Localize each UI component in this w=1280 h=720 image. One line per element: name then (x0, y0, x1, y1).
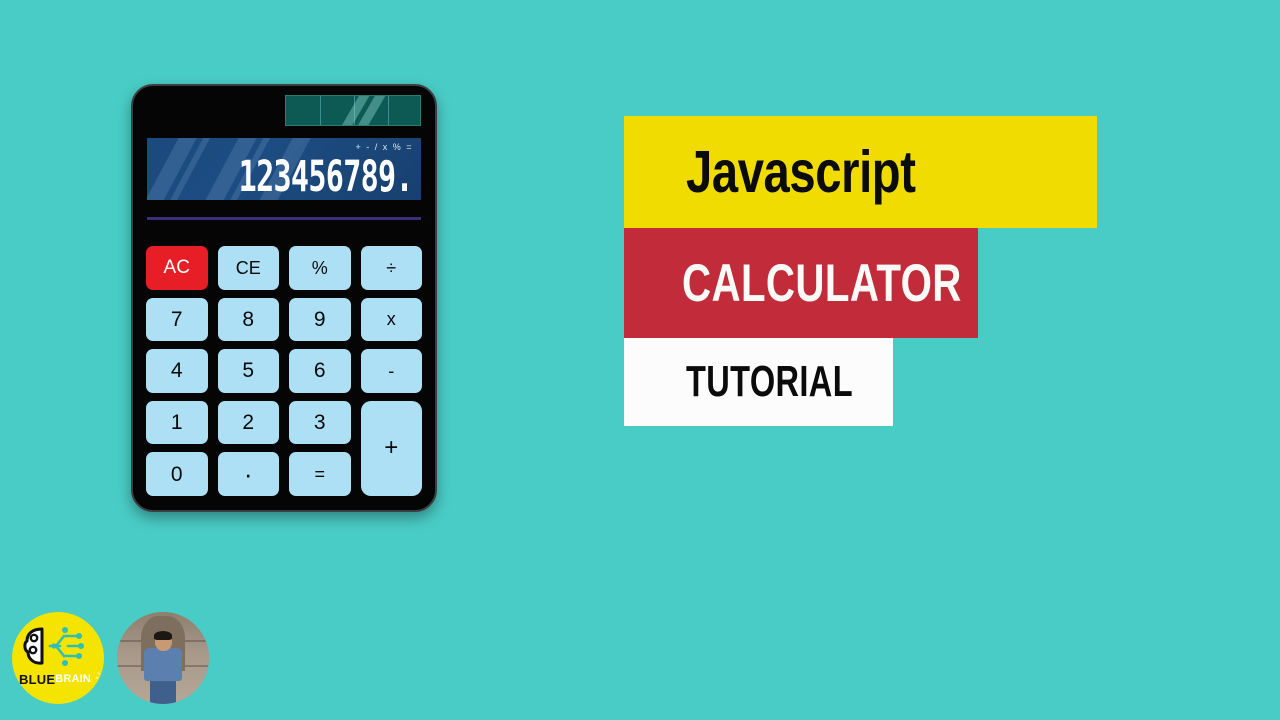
brand-wordmark: BLUE BRAIN (19, 671, 104, 687)
display-value: 123456789. (238, 152, 414, 200)
banner-type: TUTORIAL (624, 338, 893, 426)
banner-subject-text: CALCULATOR (682, 253, 962, 313)
presenter-avatar (117, 612, 209, 704)
calculator-keypad: AC CE% ÷ 7 8 9 x 4 5 6- 1 2 3 +0 · = (146, 246, 422, 496)
banner-type-text: TUTORIAL (686, 357, 853, 406)
title-banner-stack: Javascript CALCULATOR TUTORIAL (624, 116, 1097, 426)
brand-wordmark-primary: BLUE (19, 671, 56, 687)
banner-subject: CALCULATOR (624, 228, 978, 338)
key-percent[interactable]: % (289, 246, 351, 290)
calculator-device: + - / x % = 123456789. AC CE% ÷ 7 8 9 x 4 5 6- 1 2 3… (131, 84, 437, 512)
calculator-display: + - / x % = 123456789. (147, 138, 421, 200)
key-divide[interactable]: ÷ (360, 246, 422, 290)
banner-language-text: Javascript (686, 139, 916, 205)
key-subtract[interactable]: - (360, 349, 422, 393)
key-add[interactable]: + (360, 400, 422, 496)
key-clear-entry[interactable]: CE (217, 246, 279, 290)
key-decimal[interactable]: · (217, 452, 279, 496)
key-multiply[interactable]: x (360, 297, 422, 342)
banner-language: Javascript (624, 116, 1097, 228)
brain-circuit-icon (20, 623, 96, 674)
key-8[interactable]: 8 (217, 297, 279, 342)
blue-brain-logo: BLUE BRAIN (12, 612, 104, 704)
key-0[interactable]: 0 (146, 452, 208, 496)
key-5[interactable]: 5 (217, 349, 279, 393)
key-7[interactable]: 7 (146, 297, 208, 342)
lightbulb-icon (95, 671, 104, 687)
solar-panel-icon (285, 95, 421, 126)
key-9[interactable]: 9 (289, 297, 351, 342)
key-1[interactable]: 1 (146, 400, 208, 445)
key-2[interactable]: 2 (217, 400, 279, 445)
brand-wordmark-secondary: BRAIN (55, 673, 92, 685)
key-6[interactable]: 6 (289, 349, 351, 393)
key-3[interactable]: 3 (289, 400, 351, 445)
key-4[interactable]: 4 (146, 349, 208, 393)
key-equals[interactable]: = (289, 452, 351, 496)
key-clear-all[interactable]: AC (146, 246, 208, 290)
display-divider (147, 217, 421, 220)
display-operators-hint: + - / x % = (355, 142, 413, 152)
